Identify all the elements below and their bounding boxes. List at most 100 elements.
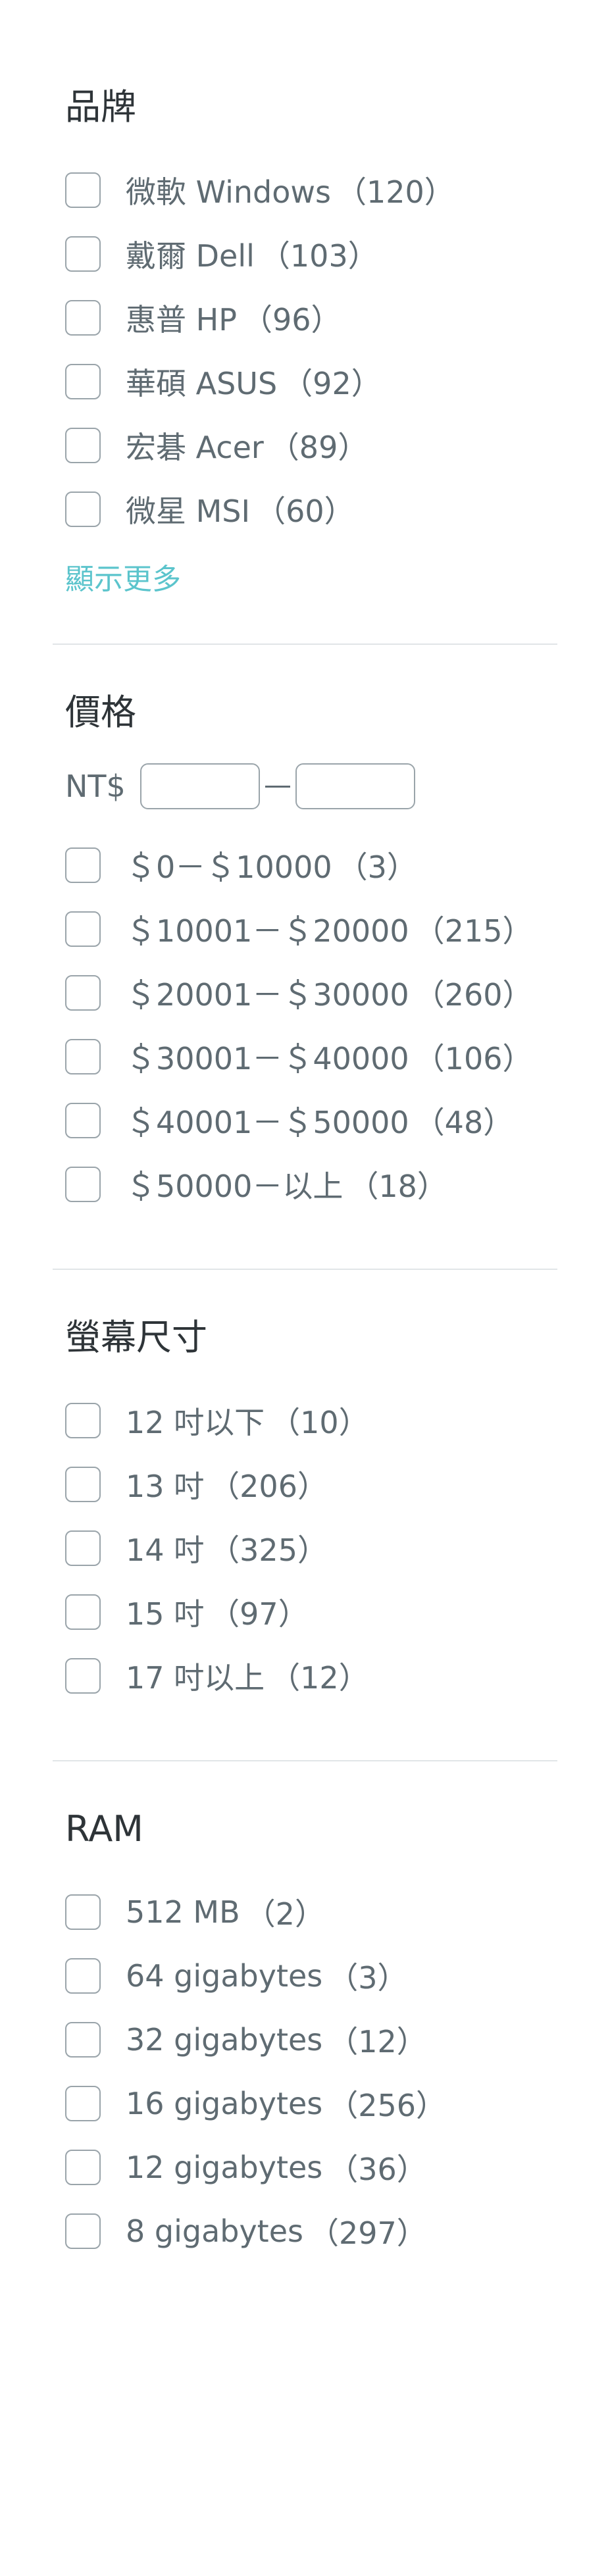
brand-filter-title: 品牌	[65, 86, 136, 128]
option-label: 8 gigabytes	[126, 2213, 303, 2249]
option-count: （92）	[282, 365, 382, 401]
option-count: （103）	[259, 238, 378, 274]
checkbox[interactable]	[65, 911, 101, 947]
option-count: （215）	[414, 913, 533, 949]
brand-option-dell[interactable]: 戴爾 Dell （103）	[65, 222, 545, 286]
option-label: 64 gigabytes	[126, 1957, 323, 1994]
checkbox[interactable]	[65, 1894, 101, 1930]
checkbox[interactable]	[65, 974, 101, 1011]
option-label: 宏碁 Acer	[126, 429, 264, 465]
checkbox[interactable]	[65, 1166, 101, 1202]
checkbox[interactable]	[65, 2021, 101, 2058]
option-count: （12）	[270, 1659, 369, 1696]
screen-option-13[interactable]: 13 吋（206）	[65, 1452, 545, 1516]
brand-option-msi[interactable]: 微星 MSI （60）	[65, 477, 545, 541]
checkbox[interactable]	[65, 363, 101, 399]
price-min-input[interactable]	[140, 763, 260, 809]
checkbox[interactable]	[65, 491, 101, 527]
option-count: （89）	[268, 429, 369, 465]
checkbox[interactable]	[65, 299, 101, 336]
option-count: （3）	[337, 849, 417, 885]
option-label: 15 吋	[126, 1596, 205, 1632]
checkbox[interactable]	[65, 1402, 101, 1438]
filter-panel: 品牌 微軟 Windows （120） 戴爾 Dell （103） 惠普 HP （96…	[0, 0, 610, 2315]
option-count: （3）	[328, 1959, 408, 1996]
brand-option-asus[interactable]: 華碩 ASUS （92）	[65, 349, 545, 413]
option-count: （260）	[414, 976, 533, 1013]
option-count: （106）	[414, 1040, 533, 1076]
option-label: 12 gigabytes	[126, 2149, 323, 2185]
option-count: （10）	[270, 1404, 369, 1440]
checkbox[interactable]	[65, 1957, 101, 1994]
checkbox[interactable]	[65, 847, 101, 883]
option-count: （2）	[245, 1896, 325, 1932]
option-count: （206）	[209, 1468, 328, 1504]
ram-option-8gb[interactable]: 8 gigabytes （297）	[65, 2199, 545, 2263]
checkbox[interactable]	[65, 236, 101, 272]
option-count: （18）	[348, 1168, 447, 1204]
option-label: ＄30001－＄40000	[126, 1040, 409, 1076]
ram-option-64gb[interactable]: 64 gigabytes （3）	[65, 1944, 545, 2008]
screen-size-options: 12 吋以下 （10） 13 吋（206） 14 吋（325） 15 吋（97） …	[65, 1388, 545, 1707]
option-label: 32 gigabytes	[126, 2021, 323, 2058]
checkbox[interactable]	[65, 1466, 101, 1502]
option-count: （325）	[209, 1532, 328, 1568]
price-range-inputs: NT$	[65, 763, 545, 809]
option-count: （60）	[255, 493, 355, 529]
price-option-0-10000[interactable]: ＄0－＄10000 （3）	[65, 833, 545, 897]
option-label: ＄50000－以上	[126, 1168, 343, 1204]
ram-options: 512 MB （2） 64 gigabytes （3） 32 gigabytes （1…	[65, 1880, 545, 2263]
option-label: 512 MB	[126, 1894, 240, 1930]
option-label: 惠普 HP	[126, 301, 237, 338]
option-count: （297）	[308, 2215, 427, 2251]
option-label: ＄40001－＄50000	[126, 1104, 409, 1140]
screen-size-filter-section: 螢幕尺寸 12 吋以下 （10） 13 吋（206） 14 吋（325） 15 吋…	[53, 1270, 557, 1760]
checkbox[interactable]	[65, 2085, 101, 2121]
price-option-20001-30000[interactable]: ＄20001－＄30000 （260）	[65, 961, 545, 1024]
ram-option-32gb[interactable]: 32 gigabytes （12）	[65, 2008, 545, 2071]
range-dash	[265, 785, 290, 788]
option-label: 戴爾 Dell	[126, 238, 255, 274]
checkbox[interactable]	[65, 1038, 101, 1074]
screen-option-17-up[interactable]: 17 吋以上 （12）	[65, 1644, 545, 1707]
checkbox[interactable]	[65, 2149, 101, 2185]
checkbox[interactable]	[65, 1657, 101, 1694]
option-count: （256）	[328, 2087, 447, 2123]
checkbox[interactable]	[65, 1530, 101, 1566]
option-label: ＄10001－＄20000	[126, 913, 409, 949]
screen-option-14[interactable]: 14 吋（325）	[65, 1516, 545, 1580]
brand-option-windows[interactable]: 微軟 Windows （120）	[65, 158, 545, 222]
checkbox[interactable]	[65, 172, 101, 208]
option-label: 微星 MSI	[126, 493, 251, 529]
price-option-30001-40000[interactable]: ＄30001－＄40000 （106）	[65, 1024, 545, 1088]
screen-size-filter-title: 螢幕尺寸	[65, 1317, 207, 1358]
option-count: （12）	[328, 2023, 427, 2059]
screen-option-15[interactable]: 15 吋（97）	[65, 1580, 545, 1644]
ram-option-16gb[interactable]: 16 gigabytes （256）	[65, 2071, 545, 2135]
price-max-input[interactable]	[295, 763, 415, 809]
option-label: 13 吋	[126, 1468, 205, 1504]
option-label: 14 吋	[126, 1532, 205, 1568]
brand-options: 微軟 Windows （120） 戴爾 Dell （103） 惠普 HP （96） 華…	[65, 158, 545, 541]
checkbox[interactable]	[65, 1102, 101, 1138]
option-count: （36）	[328, 2151, 427, 2187]
checkbox[interactable]	[65, 1594, 101, 1630]
screen-option-under-12[interactable]: 12 吋以下 （10）	[65, 1388, 545, 1452]
ram-option-512mb[interactable]: 512 MB （2）	[65, 1880, 545, 1944]
show-more-link[interactable]: 顯示更多	[65, 555, 181, 597]
brand-option-acer[interactable]: 宏碁 Acer （89）	[65, 413, 545, 477]
price-option-50000-up[interactable]: ＄50000－以上 （18）	[65, 1152, 545, 1216]
option-count: （97）	[209, 1596, 309, 1632]
price-option-40001-50000[interactable]: ＄40001－＄50000 （48）	[65, 1088, 545, 1152]
currency-label: NT$	[65, 769, 126, 804]
option-label: ＄0－＄10000	[126, 849, 332, 885]
option-label: 17 吋以上	[126, 1659, 265, 1696]
checkbox[interactable]	[65, 2213, 101, 2249]
option-label: ＄20001－＄30000	[126, 976, 409, 1013]
option-label: 微軟 Windows	[126, 174, 331, 210]
brand-option-hp[interactable]: 惠普 HP （96）	[65, 286, 545, 349]
checkbox[interactable]	[65, 427, 101, 463]
price-option-10001-20000[interactable]: ＄10001－＄20000 （215）	[65, 897, 545, 961]
ram-option-12gb[interactable]: 12 gigabytes （36）	[65, 2135, 545, 2199]
option-label: 16 gigabytes	[126, 2085, 323, 2121]
